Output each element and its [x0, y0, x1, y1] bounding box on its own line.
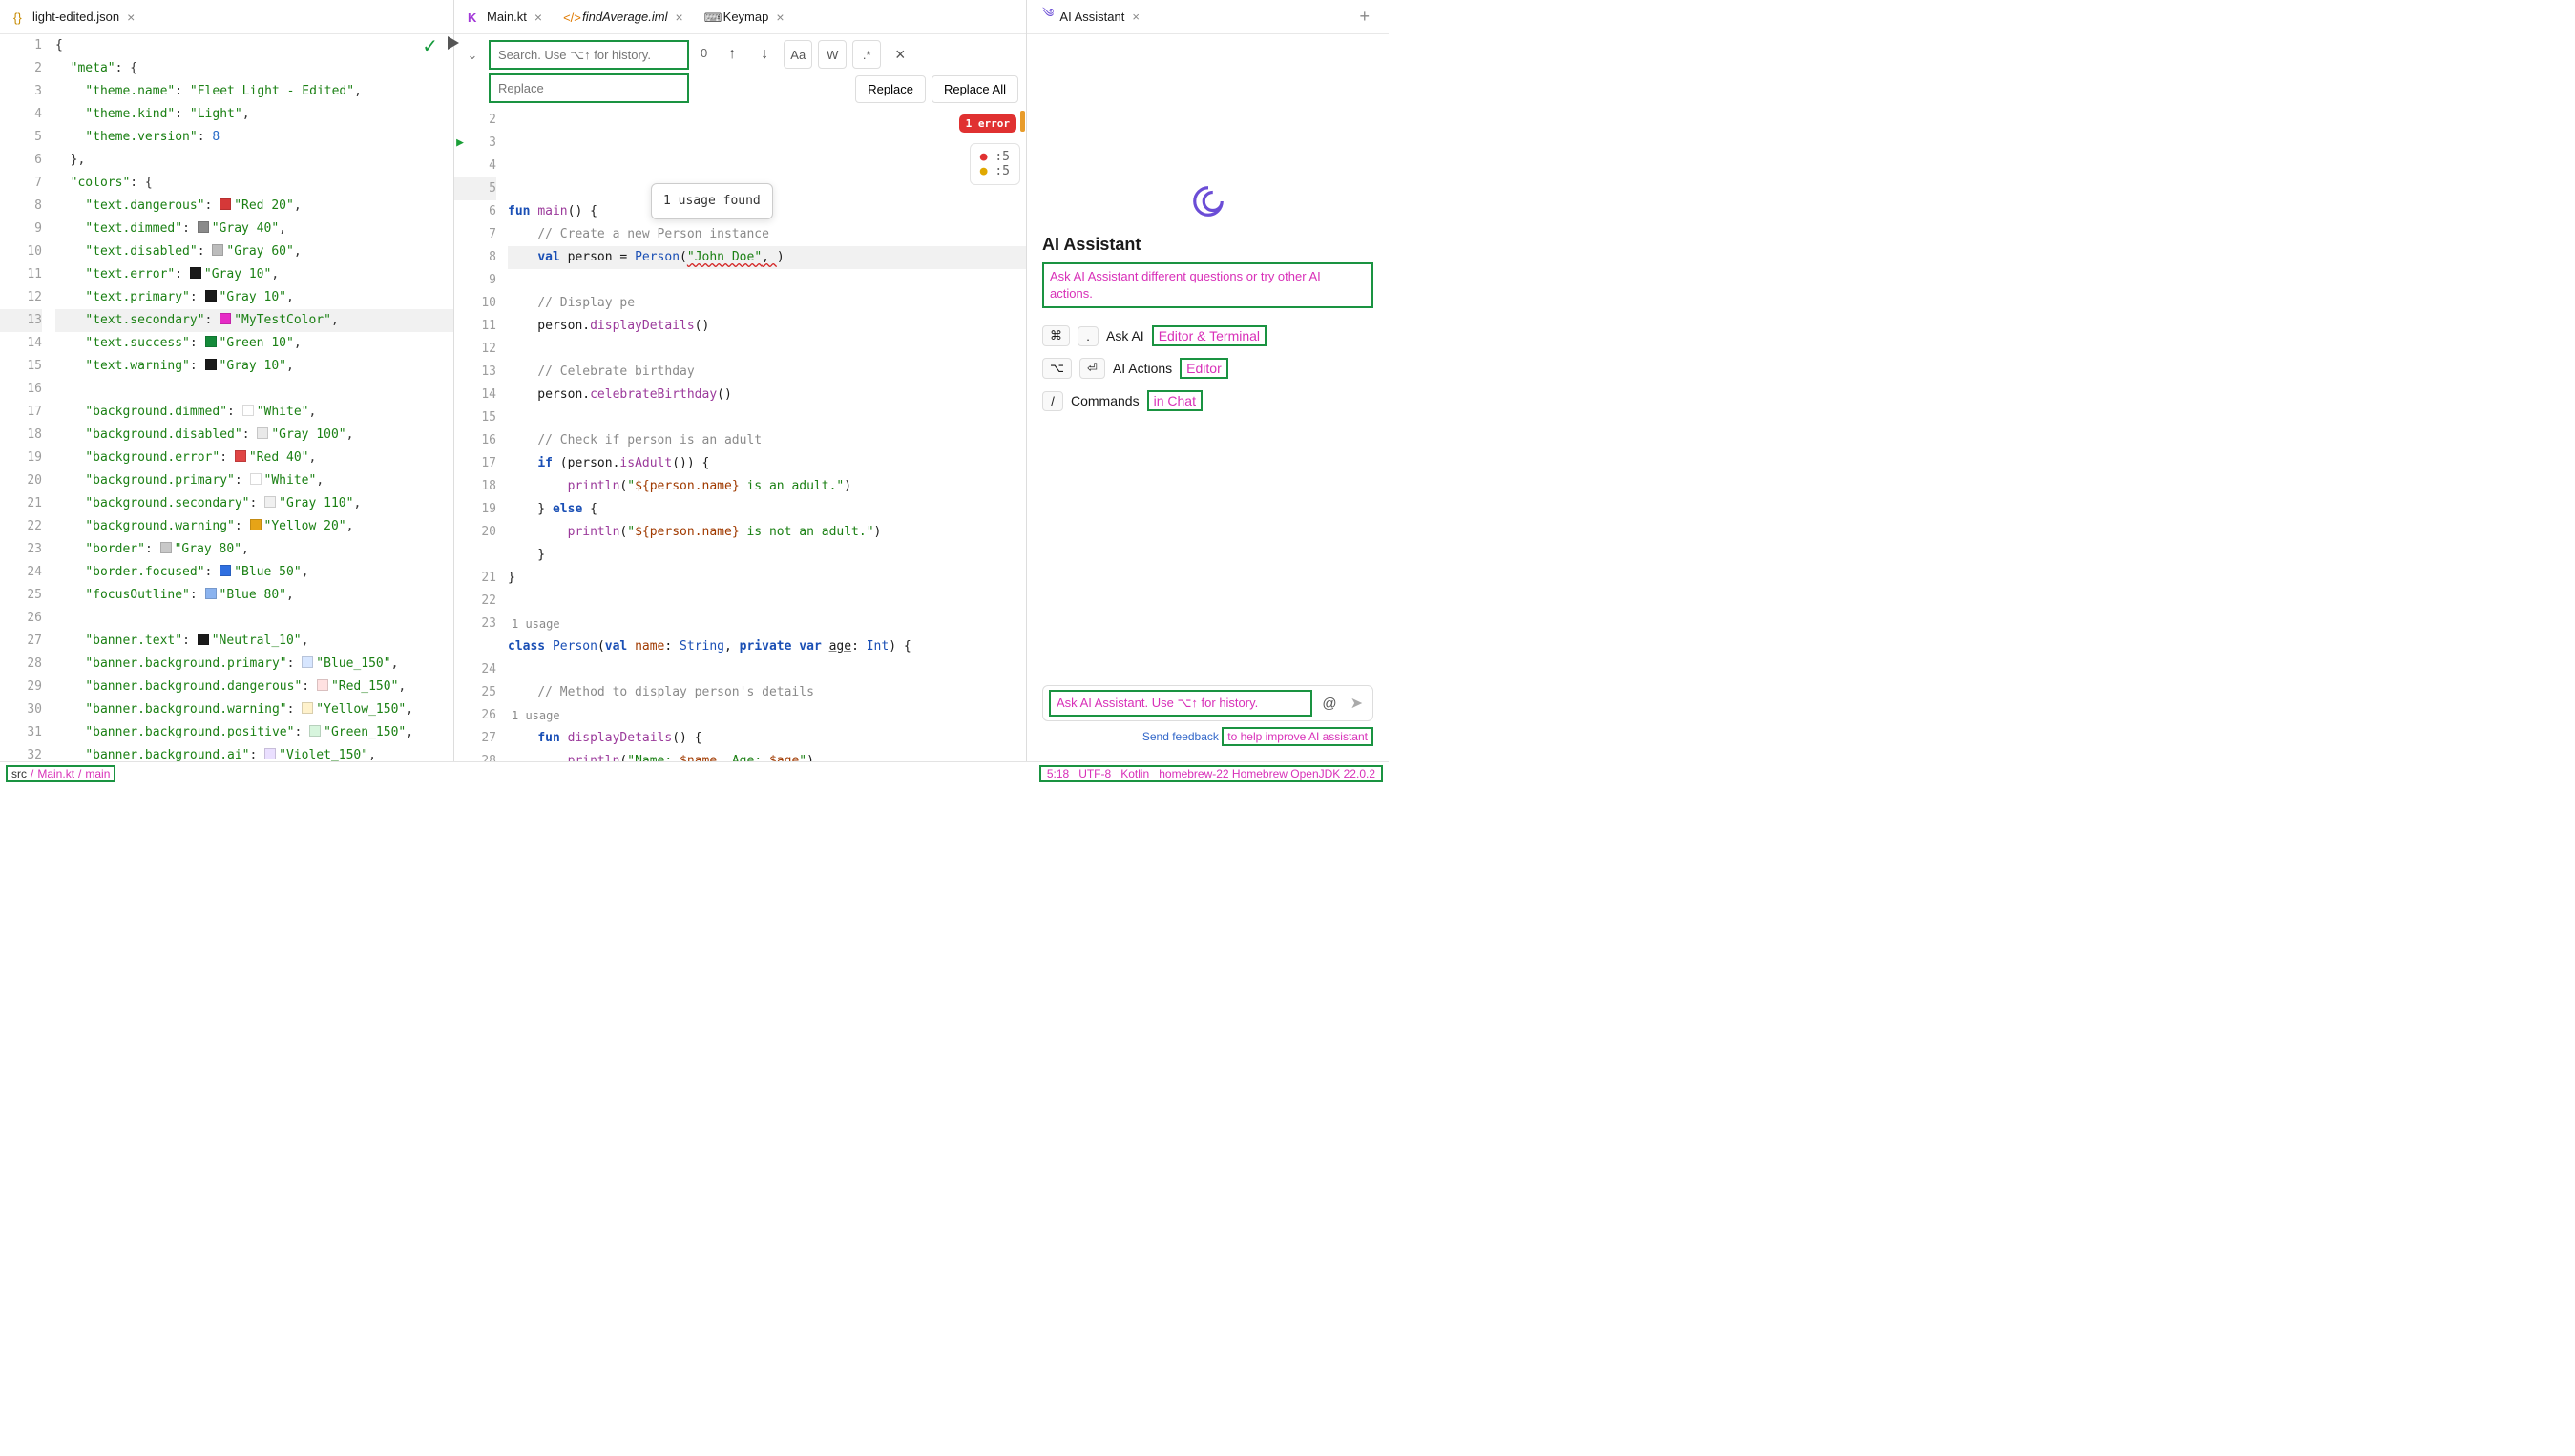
- add-tab-button[interactable]: +: [1348, 1, 1381, 32]
- ai-input-row: Ask AI Assistant. Use ⌥↑ for history. @ …: [1042, 685, 1373, 721]
- usage-tooltip: 1 usage found: [651, 183, 773, 219]
- mid-tab-bar: K Main.kt × </> findAverage.iml × ⌨ Keymap ×: [454, 0, 1026, 34]
- key-chip: ⏎: [1079, 358, 1105, 379]
- left-code[interactable]: { "meta": { "theme.name": "Fleet Light -…: [55, 34, 453, 761]
- hint-label: Commands: [1071, 393, 1140, 408]
- ai-input[interactable]: Ask AI Assistant. Use ⌥↑ for history.: [1049, 690, 1312, 717]
- key-chip: /: [1042, 391, 1063, 411]
- status-bar: src / Main.kt / main 5:18 UTF-8 Kotlin homebrew…: [0, 761, 1389, 784]
- breadcrumb-segment[interactable]: Main.kt: [37, 767, 74, 780]
- close-icon[interactable]: ×: [1130, 10, 1141, 24]
- ai-tab-label: AI Assistant: [1059, 10, 1124, 24]
- hint-context: Editor: [1180, 358, 1228, 379]
- status-item[interactable]: 5:18: [1047, 767, 1069, 780]
- feedback-suffix: to help improve AI assistant: [1222, 727, 1373, 746]
- tab-main-kt[interactable]: K Main.kt ×: [458, 4, 554, 31]
- search-toggle-icon[interactable]: ⌄: [462, 40, 483, 70]
- hint-label: AI Actions: [1113, 361, 1172, 376]
- left-editor-pane: {} light-edited.json × ✓ 123456789101112…: [0, 0, 454, 761]
- mid-editor-pane: K Main.kt × </> findAverage.iml × ⌨ Keymap × ⌄ 0…: [454, 0, 1026, 761]
- search-next-icon[interactable]: ↓: [751, 40, 778, 69]
- status-right[interactable]: 5:18 UTF-8 Kotlin homebrew-22 Homebrew Open…: [1039, 765, 1383, 782]
- key-chip: ⌘: [1042, 325, 1070, 346]
- ai-hint-row: ⌘. Ask AI Editor & Terminal: [1042, 320, 1373, 352]
- match-case-toggle[interactable]: Aa: [784, 40, 812, 69]
- tab-light-edited-json[interactable]: {} light-edited.json ×: [4, 4, 146, 31]
- ai-hint-row: ⌥ ⏎ AI Actions Editor: [1042, 352, 1373, 385]
- ai-spiral-icon: [1190, 183, 1226, 219]
- ai-feedback: Send feedback to help improve AI assista…: [1042, 727, 1373, 746]
- inspection-item[interactable]: ● :5: [980, 164, 1010, 178]
- inspection-item[interactable]: ● :5: [980, 150, 1010, 164]
- error-count-badge[interactable]: 1 error: [959, 114, 1016, 133]
- search-input[interactable]: [489, 40, 689, 70]
- ai-spiral-icon: ༄: [1042, 0, 1054, 34]
- status-item[interactable]: homebrew-22 Homebrew OpenJDK 22.0.2: [1159, 767, 1375, 780]
- tab-filename: Keymap: [723, 10, 769, 24]
- ai-subtitle: Ask AI Assistant different questions or …: [1042, 262, 1373, 308]
- usage-hint[interactable]: 1 usage: [508, 613, 1026, 635]
- close-icon[interactable]: ×: [125, 10, 136, 25]
- tab-filename: light-edited.json: [32, 10, 119, 24]
- breadcrumb[interactable]: src / Main.kt / main: [6, 765, 115, 782]
- search-prev-icon[interactable]: ↑: [719, 40, 745, 69]
- breadcrumb-segment[interactable]: main: [85, 767, 110, 780]
- usage-hint[interactable]: 1 usage: [508, 704, 1026, 727]
- close-icon[interactable]: ×: [673, 10, 684, 25]
- mid-code[interactable]: 1 usage found fun main() { // Create a n…: [508, 109, 1026, 761]
- key-chip: ⌥: [1042, 358, 1072, 379]
- breadcrumb-segment[interactable]: /: [31, 767, 33, 780]
- hint-label: Ask AI: [1106, 328, 1144, 343]
- kt-file-icon: K: [468, 10, 481, 24]
- status-item[interactable]: Kotlin: [1120, 767, 1149, 780]
- replace-input[interactable]: [489, 73, 689, 103]
- error-marker[interactable]: [1020, 111, 1025, 132]
- hint-context: in Chat: [1147, 390, 1203, 411]
- send-feedback-link[interactable]: Send feedback: [1142, 730, 1219, 743]
- ai-assistant-pane: ༄ AI Assistant × + AI Assistant Ask AI A…: [1026, 0, 1389, 761]
- send-icon[interactable]: ➤: [1347, 694, 1367, 713]
- close-icon[interactable]: ×: [533, 10, 544, 25]
- json-file-icon: {}: [13, 10, 27, 24]
- left-tab-bar: {} light-edited.json ×: [0, 0, 453, 34]
- tab-findaverage-iml[interactable]: </> findAverage.iml ×: [554, 4, 695, 31]
- key-chip: .: [1078, 326, 1099, 346]
- search-replace-bar: ⌄ 0 ↑ ↓ Aa W .* ×: [454, 34, 1026, 75]
- close-icon[interactable]: ×: [774, 10, 785, 25]
- replace-button[interactable]: Replace: [855, 75, 926, 103]
- mention-icon[interactable]: @: [1318, 696, 1340, 712]
- status-item[interactable]: UTF-8: [1078, 767, 1111, 780]
- ai-hints: ⌘. Ask AI Editor & Terminal ⌥ ⏎ AI Actions Edi…: [1042, 320, 1373, 417]
- tab-keymap[interactable]: ⌨ Keymap ×: [695, 4, 796, 31]
- iml-file-icon: </>: [563, 10, 576, 24]
- inspection-list[interactable]: ● :5● :5: [970, 143, 1020, 185]
- keymap-file-icon: ⌨: [704, 10, 718, 24]
- whole-word-toggle[interactable]: W: [818, 40, 847, 69]
- close-search-icon[interactable]: ×: [887, 40, 913, 69]
- breadcrumb-segment[interactable]: src: [11, 767, 27, 780]
- tab-filename: findAverage.iml: [582, 10, 667, 24]
- ai-tab-bar: ༄ AI Assistant × +: [1027, 0, 1389, 34]
- ai-hint-row: / Commands in Chat: [1042, 385, 1373, 417]
- search-count: 0: [695, 40, 713, 70]
- error-stripe[interactable]: [1020, 109, 1026, 761]
- replace-row: Replace Replace All: [454, 75, 1026, 109]
- ai-title: AI Assistant: [1042, 235, 1373, 255]
- regex-toggle[interactable]: .*: [852, 40, 881, 69]
- replace-all-button[interactable]: Replace All: [932, 75, 1018, 103]
- left-editor[interactable]: 1234567891011121314151617181920212223242…: [0, 34, 453, 761]
- mid-gutter: 23▶4567891011121314151617181920 212223 2…: [454, 109, 508, 761]
- breadcrumb-segment[interactable]: /: [78, 767, 81, 780]
- hint-context: Editor & Terminal: [1152, 325, 1267, 346]
- left-gutter: 1234567891011121314151617181920212223242…: [0, 34, 55, 761]
- run-gutter-icon[interactable]: ▶: [456, 132, 464, 155]
- tab-filename: Main.kt: [487, 10, 527, 24]
- mid-editor[interactable]: 23▶4567891011121314151617181920 212223 2…: [454, 109, 1026, 761]
- ai-body: AI Assistant Ask AI Assistant different …: [1027, 34, 1389, 761]
